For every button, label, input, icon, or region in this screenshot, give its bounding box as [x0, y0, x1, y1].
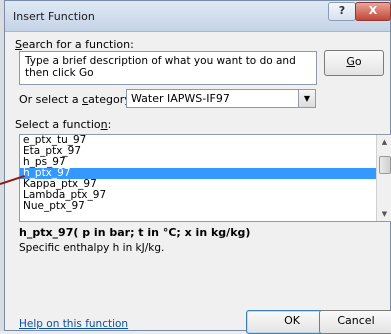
- insert-function-dialog: Insert Function ? X Search for a functio…: [4, 0, 391, 334]
- function-signature: h_ptx_97( p in bar; t in °C; x in kg/kg): [19, 226, 251, 239]
- function-list-label: Select a function:: [15, 118, 112, 131]
- category-value: Water IAPWS-IF97: [131, 92, 230, 105]
- scroll-down-icon[interactable]: ▼: [377, 207, 391, 221]
- title-bar: Insert Function ? X: [5, 1, 391, 32]
- function-description: Specific enthalpy h in kJ/kg.: [19, 242, 165, 254]
- function-list[interactable]: e_ptx_tu_97 Eta_ptx_97 h_ps_97 h_ptx_97 …: [19, 134, 391, 222]
- list-scrollbar[interactable]: ▲ ▼: [376, 135, 391, 221]
- close-button[interactable]: X: [355, 2, 391, 21]
- category-label: Or select a category:: [19, 93, 134, 106]
- dropdown-arrow-icon[interactable]: ▼: [298, 90, 315, 107]
- scroll-up-icon[interactable]: ▲: [377, 135, 391, 149]
- list-item[interactable]: Eta_ptx_97: [20, 146, 391, 157]
- go-button[interactable]: Go: [324, 50, 384, 76]
- list-item[interactable]: h_ps_97: [20, 157, 391, 168]
- question-icon: ?: [338, 4, 346, 17]
- search-input[interactable]: Type a brief description of what you wan…: [19, 51, 317, 85]
- scroll-thumb[interactable]: [379, 156, 391, 174]
- close-icon: X: [368, 4, 378, 17]
- cancel-button[interactable]: Cancel: [319, 310, 391, 334]
- category-select[interactable]: Water IAPWS-IF97 ▼: [126, 89, 316, 108]
- help-on-function-link[interactable]: Help on this function: [19, 318, 128, 330]
- help-button[interactable]: ?: [328, 2, 356, 21]
- dialog-title: Insert Function: [13, 10, 95, 23]
- list-item[interactable]: Nue_ptx_97: [20, 201, 391, 212]
- search-label: Search for a function:: [15, 38, 134, 51]
